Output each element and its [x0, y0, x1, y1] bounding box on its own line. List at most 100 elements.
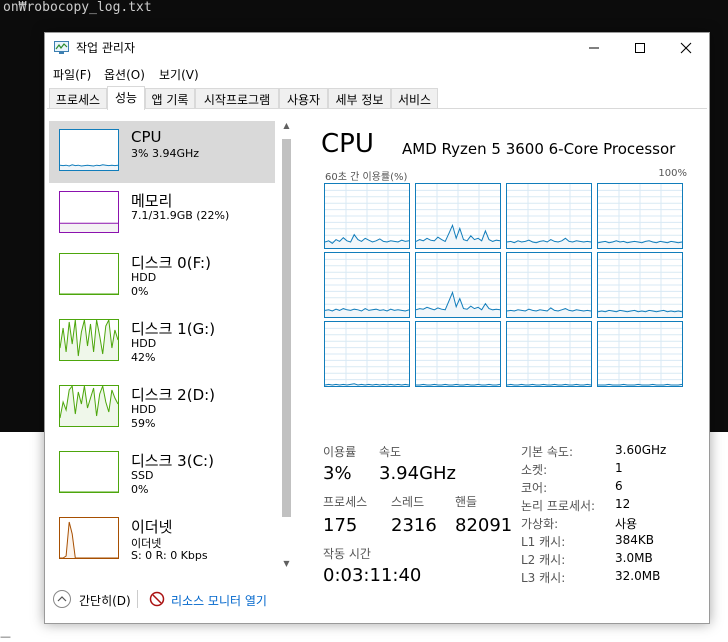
info-key: 소켓:: [521, 463, 548, 477]
maximize-button[interactable]: [617, 33, 663, 63]
fewer-details-button[interactable]: [53, 590, 71, 608]
sidebar-thumbnail-graph: [59, 191, 119, 233]
sidebar-thumbnail-graph: [59, 319, 119, 361]
logical-processor-graph: [506, 321, 592, 387]
uptime-label: 작동 시간: [323, 547, 371, 561]
sidebar-item-ethernet[interactable]: 이더넷 이더넷 S: 0 R: 0 Kbps: [49, 509, 275, 571]
speed-value: 3.94GHz: [379, 463, 457, 484]
sidebar-item-name: 이더넷: [131, 518, 173, 536]
logical-processor-graph: [415, 321, 501, 387]
minimize-button[interactable]: [571, 33, 617, 63]
sidebar-item-detail: HDD: [131, 337, 157, 350]
graph-caption: 60초 간 이용률(%): [325, 172, 408, 183]
processor-chart: [598, 322, 682, 386]
thumbnail-chart: [60, 320, 118, 360]
menu-options[interactable]: 옵션(O): [104, 66, 145, 83]
sidebar-item-memory[interactable]: 메모리 7.1/31.9GB (22%): [49, 183, 275, 245]
tab-users[interactable]: 사용자: [279, 88, 328, 109]
scroll-thumb[interactable]: [282, 139, 291, 517]
fewer-details-link[interactable]: 간단히(D): [79, 592, 131, 609]
sidebar-item-disk-3[interactable]: 디스크 3(C:) SSD 0%: [49, 443, 275, 505]
handles-value: 82091: [455, 515, 513, 536]
info-key: L3 캐시:: [521, 571, 566, 585]
logical-processor-graph: [324, 252, 410, 318]
sidebar-item-detail: 3% 3.94GHz: [131, 147, 200, 160]
tab-services[interactable]: 서비스: [391, 88, 438, 109]
info-key: L1 캐시:: [521, 535, 566, 549]
sidebar-item-usage: 42%: [131, 351, 156, 364]
processes-value: 175: [323, 515, 358, 536]
footer-bar: 간단히(D) 리소스 모니터 열기: [45, 585, 709, 621]
sidebar-item-detail: SSD: [131, 469, 154, 482]
minimize-icon: [589, 47, 599, 49]
info-key: L2 캐시:: [521, 553, 566, 567]
open-resource-monitor-link[interactable]: 리소스 모니터 열기: [171, 592, 267, 609]
sidebar-item-usage: 0%: [131, 483, 149, 496]
sidebar-item-disk-0[interactable]: 디스크 0(F:) HDD 0%: [49, 245, 275, 307]
processor-chart: [598, 253, 682, 317]
processor-chart: [416, 253, 500, 317]
info-value: 3.0MB: [615, 551, 653, 565]
task-manager-icon: [54, 41, 69, 54]
tab-processes[interactable]: 프로세스: [49, 88, 107, 109]
threads-label: 스레드: [391, 495, 425, 509]
info-value: 32.0MB: [615, 569, 661, 583]
info-value: 사용: [615, 517, 638, 531]
sidebar-item-usage: S: 0 R: 0 Kbps: [131, 549, 208, 562]
close-icon: [680, 42, 692, 54]
uptime-value: 0:03:11:40: [323, 565, 422, 586]
logical-processor-graph: [597, 252, 683, 318]
processes-label: 프로세스: [323, 495, 368, 509]
logical-processor-graph: [415, 183, 501, 249]
page-title: CPU: [321, 129, 374, 159]
scroll-up-arrow-icon[interactable]: ▲: [278, 121, 295, 137]
sidebar-item-disk-1[interactable]: 디스크 1(G:) HDD 42%: [49, 311, 275, 373]
menu-file[interactable]: 파일(F): [53, 66, 91, 83]
info-key: 코어:: [521, 481, 548, 495]
usage-line: [416, 383, 500, 386]
title-bar[interactable]: 작업 관리자: [45, 33, 709, 63]
cpu-detail-panel: CPU AMD Ryzen 5 3600 6-Core Processor 60…: [321, 125, 691, 586]
resource-monitor-icon[interactable]: [149, 591, 165, 607]
sidebar-item-detail: HDD: [131, 271, 157, 284]
sidebar-item-disk-2[interactable]: 디스크 2(D:) HDD 59%: [49, 377, 275, 439]
logical-processor-graph: [324, 321, 410, 387]
threads-value: 2316: [391, 515, 437, 536]
processor-chart: [598, 184, 682, 248]
thumbnail-area: [60, 223, 118, 232]
sidebar-item-cpu[interactable]: CPU 3% 3.94GHz: [49, 121, 275, 183]
logical-processor-graphs: [324, 183, 686, 390]
sidebar-item-name: 디스크 0(F:): [131, 254, 211, 272]
sidebar-thumbnail-graph: [59, 129, 119, 171]
close-button[interactable]: [663, 33, 709, 63]
menu-view[interactable]: 보기(V): [159, 66, 199, 83]
sidebar-thumbnail-graph: [59, 451, 119, 493]
processor-name: AMD Ryzen 5 3600 6-Core Processor: [402, 140, 676, 158]
processor-chart: [507, 184, 591, 248]
thumbnail-chart: [60, 386, 118, 426]
logical-processor-graph: [506, 252, 592, 318]
terminal-text: on₩robocopy_log.txt: [3, 0, 152, 15]
sidebar-scrollbar[interactable]: ▲ ▼: [278, 121, 295, 576]
tab-bar: 프로세스 성능 앱 기록 시작프로그램 사용자 세부 정보 서비스: [47, 86, 707, 110]
task-manager-window: 작업 관리자 파일(F) 옵션(O) 보기(V) 프로세스 성능 앱 기록 시작…: [44, 32, 710, 624]
scroll-down-arrow-icon[interactable]: ▼: [278, 559, 295, 575]
tab-performance[interactable]: 성능: [107, 86, 145, 110]
footer-divider: [137, 590, 138, 608]
tab-details[interactable]: 세부 정보: [328, 88, 391, 109]
speed-label: 속도: [379, 445, 402, 459]
tab-startup[interactable]: 시작프로그램: [195, 88, 279, 109]
logical-processor-graph: [506, 183, 592, 249]
tab-app-history[interactable]: 앱 기록: [145, 88, 195, 109]
handles-label: 핸들: [455, 495, 478, 509]
sidebar-item-usage: 59%: [131, 417, 156, 430]
info-key: 가상화:: [521, 517, 559, 531]
processor-chart: [325, 322, 409, 386]
info-key: 기본 속도:: [521, 445, 574, 459]
thumbnail-chart: [60, 293, 118, 294]
thumbnail-line: [60, 164, 118, 167]
sidebar-thumbnail-graph: [59, 385, 119, 427]
sidebar-item-usage: 0%: [131, 285, 149, 298]
info-value: 3.60GHz: [615, 443, 667, 457]
chevron-up-icon: [57, 596, 67, 602]
